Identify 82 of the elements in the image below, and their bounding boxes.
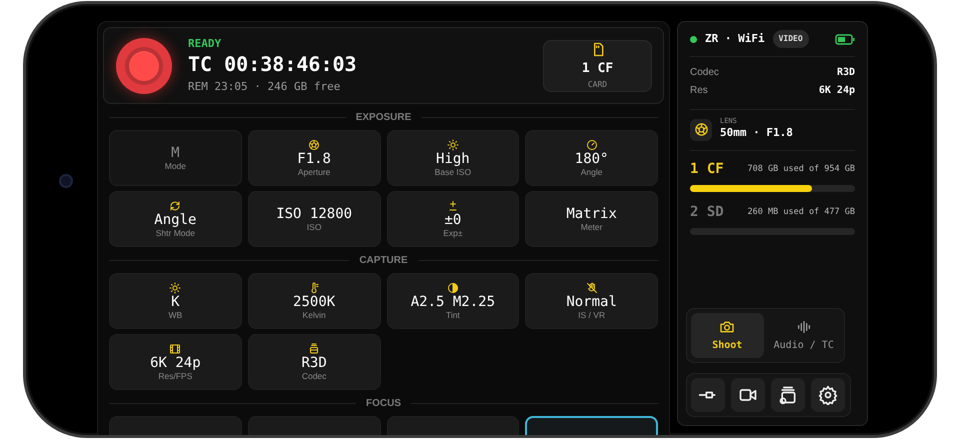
remaining-text: REM 23:05 · 246 GB free bbox=[188, 78, 342, 94]
setting-value: F1.8 bbox=[297, 150, 331, 167]
codec-icon bbox=[308, 342, 320, 355]
setting-tile[interactable]: High Base ISO bbox=[386, 130, 520, 186]
section-heading: FOCUS bbox=[366, 396, 401, 410]
camera-lens-icon bbox=[59, 174, 73, 188]
mode-tab[interactable]: Audio / TC bbox=[768, 313, 840, 358]
setting-value: 6K 24p bbox=[150, 354, 201, 371]
contrast-icon bbox=[446, 282, 459, 294]
spec-label: Codec bbox=[690, 66, 719, 80]
setting-tile[interactable]: Matrix Meter bbox=[525, 191, 658, 247]
lens-value: 50mm · F1.8 bbox=[720, 125, 793, 141]
setting-value: ISO 12800 bbox=[276, 206, 352, 222]
setting-tile[interactable]: Angle Shtr Mode bbox=[109, 191, 242, 247]
spec-value: 6K 24p bbox=[818, 84, 855, 98]
setting-label: Tint bbox=[446, 310, 460, 320]
camera-icon bbox=[718, 318, 736, 334]
record-button[interactable] bbox=[116, 38, 172, 94]
battery-icon bbox=[835, 34, 855, 44]
setting-tile[interactable]: ±0 Exp± bbox=[386, 191, 520, 247]
aperture-icon bbox=[694, 122, 708, 138]
setting-tile[interactable]: 2500K Kelvin bbox=[248, 273, 380, 329]
gauge-icon bbox=[586, 138, 598, 151]
setting-tile[interactable]: Normal IS / VR bbox=[525, 273, 658, 329]
setting-label: Codec bbox=[302, 370, 326, 382]
settings-button[interactable] bbox=[811, 378, 845, 412]
timecode: TC 00:38:46:03 bbox=[188, 52, 358, 74]
refresh-icon bbox=[169, 200, 182, 212]
spec-value: R3D bbox=[836, 66, 855, 80]
setting-label: Mode bbox=[164, 160, 186, 172]
stabilizer-off-icon bbox=[586, 282, 598, 294]
connection-text: ZR · WiFi bbox=[705, 30, 765, 47]
setting-label: Kelvin bbox=[302, 310, 326, 320]
storage-usage: 260 MB used of 477 GB bbox=[748, 206, 855, 218]
card-button[interactable]: 1 CF CARD bbox=[543, 40, 652, 92]
media-stack-icon bbox=[778, 385, 798, 405]
aperture-icon bbox=[308, 138, 320, 151]
brightness-icon bbox=[446, 138, 459, 151]
setting-value: R3D bbox=[301, 354, 327, 371]
setting-value: K bbox=[171, 294, 180, 310]
brightness-icon bbox=[169, 282, 182, 294]
storage-name: 2 SD bbox=[690, 202, 724, 222]
setting-value: M bbox=[171, 144, 180, 161]
setting-label: Meter bbox=[580, 222, 602, 232]
setting-tile[interactable]: A2.5 M2.25 Tint bbox=[386, 273, 520, 329]
setting-label: WB bbox=[168, 310, 182, 320]
playback-button[interactable] bbox=[771, 378, 805, 412]
setting-label: Exp± bbox=[443, 228, 463, 238]
film-icon bbox=[169, 342, 182, 355]
setting-tile[interactable]: R3D Codec bbox=[248, 334, 380, 390]
setting-tile[interactable]: F1.8 Aperture bbox=[248, 130, 380, 186]
setting-label: ISO bbox=[306, 222, 322, 232]
setting-value: A2.5 M2.25 bbox=[410, 294, 496, 310]
setting-tile[interactable]: ISO 12800 ISO bbox=[248, 191, 380, 247]
setting-value: Angle bbox=[154, 212, 196, 228]
setting-value: Matrix bbox=[566, 206, 617, 222]
setting-value: ±0 bbox=[444, 212, 462, 228]
plus-minus-icon bbox=[446, 200, 459, 212]
setting-tile[interactable]: 180° Angle bbox=[525, 130, 658, 186]
setting-value: 180° bbox=[574, 150, 608, 167]
setting-label: Angle bbox=[580, 166, 602, 178]
setting-label: Base ISO bbox=[434, 166, 472, 178]
mode-badge: VIDEO bbox=[772, 30, 809, 48]
setting-tile[interactable]: 6K 24p Res/FPS bbox=[109, 334, 242, 390]
settings-icon bbox=[818, 385, 838, 405]
setting-label: Shtr Mode bbox=[156, 228, 195, 238]
storage-name: 1 CF bbox=[690, 160, 724, 178]
mode-tab[interactable]: Shoot bbox=[691, 313, 764, 358]
video-button[interactable] bbox=[731, 378, 765, 412]
spec-label: Res bbox=[690, 84, 708, 98]
setting-value: High bbox=[436, 150, 470, 167]
setting-label: Res/FPS bbox=[158, 370, 192, 382]
setting-value: Normal bbox=[566, 294, 617, 310]
setting-value: 2500K bbox=[293, 294, 336, 310]
setting-tile[interactable]: K WB bbox=[109, 273, 242, 329]
connector-button[interactable] bbox=[691, 378, 725, 412]
section-heading: EXPOSURE bbox=[356, 110, 412, 124]
setting-label: Aperture bbox=[298, 166, 330, 178]
section-heading: CAPTURE bbox=[359, 254, 408, 268]
status-text: READY bbox=[188, 36, 222, 52]
setting-label: IS / VR bbox=[578, 310, 606, 320]
storage-usage: 708 GB used of 954 GB bbox=[748, 162, 855, 176]
